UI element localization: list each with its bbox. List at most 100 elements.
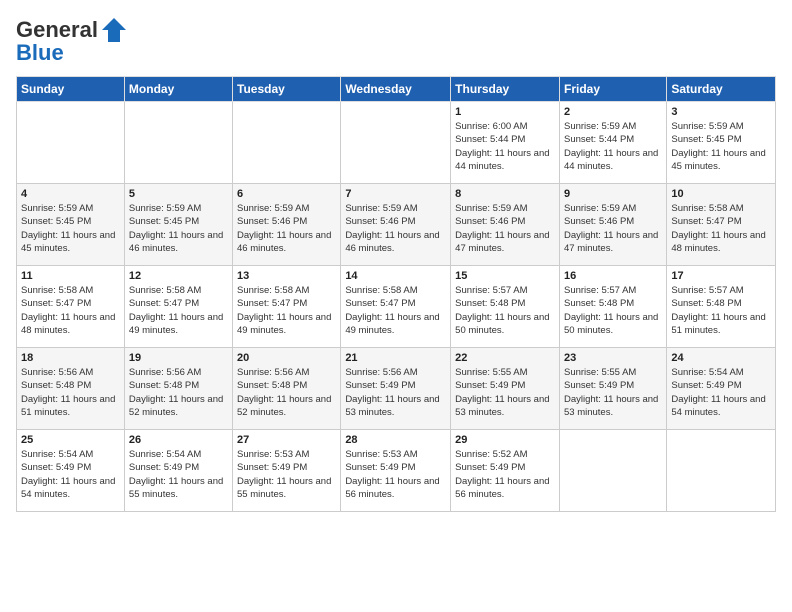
day-number: 16 [564, 270, 662, 282]
day-info: Sunrise: 5:55 AMSunset: 5:49 PMDaylight:… [564, 366, 662, 419]
day-info: Sunrise: 5:56 AMSunset: 5:48 PMDaylight:… [129, 366, 228, 419]
day-info: Sunrise: 5:58 AMSunset: 5:47 PMDaylight:… [129, 284, 228, 337]
calendar-week-4: 18Sunrise: 5:56 AMSunset: 5:48 PMDayligh… [17, 348, 776, 430]
day-info: Sunrise: 5:56 AMSunset: 5:48 PMDaylight:… [237, 366, 336, 419]
calendar-cell [124, 102, 232, 184]
daylight-text: Daylight: 11 hours and 50 minutes. [455, 311, 555, 338]
sunrise-text: Sunrise: 5:59 AM [345, 202, 446, 215]
day-info: Sunrise: 5:55 AMSunset: 5:49 PMDaylight:… [455, 366, 555, 419]
daylight-text: Daylight: 11 hours and 49 minutes. [345, 311, 446, 338]
sunset-text: Sunset: 5:47 PM [21, 297, 120, 310]
calendar-week-1: 1Sunrise: 6:00 AMSunset: 5:44 PMDaylight… [17, 102, 776, 184]
sunset-text: Sunset: 5:48 PM [129, 379, 228, 392]
sunset-text: Sunset: 5:45 PM [21, 215, 120, 228]
daylight-text: Daylight: 11 hours and 48 minutes. [21, 311, 120, 338]
daylight-text: Daylight: 11 hours and 54 minutes. [21, 475, 120, 502]
sunset-text: Sunset: 5:49 PM [455, 379, 555, 392]
day-number: 21 [345, 352, 446, 364]
day-number: 19 [129, 352, 228, 364]
weekday-header-sunday: Sunday [17, 77, 125, 102]
day-number: 24 [671, 352, 771, 364]
sunset-text: Sunset: 5:46 PM [564, 215, 662, 228]
sunrise-text: Sunrise: 5:54 AM [671, 366, 771, 379]
day-number: 6 [237, 188, 336, 200]
day-info: Sunrise: 5:54 AMSunset: 5:49 PMDaylight:… [21, 448, 120, 501]
sunset-text: Sunset: 5:49 PM [345, 461, 446, 474]
day-number: 27 [237, 434, 336, 446]
day-info: Sunrise: 5:59 AMSunset: 5:46 PMDaylight:… [455, 202, 555, 255]
daylight-text: Daylight: 11 hours and 49 minutes. [237, 311, 336, 338]
calendar-cell: 20 Sunrise: 5:56 AMSunset: 5:48 PMDayligh… [233, 348, 341, 430]
sunrise-text: Sunrise: 5:57 AM [564, 284, 662, 297]
day-number: 15 [455, 270, 555, 282]
sunset-text: Sunset: 5:49 PM [21, 461, 120, 474]
sunset-text: Sunset: 5:48 PM [455, 297, 555, 310]
calendar-cell: 19 Sunrise: 5:56 AMSunset: 5:48 PMDayligh… [124, 348, 232, 430]
calendar-cell: 21Sunrise: 5:56 AMSunset: 5:49 PMDayligh… [341, 348, 451, 430]
calendar-cell [233, 102, 341, 184]
sunrise-text: Sunrise: 5:54 AM [21, 448, 120, 461]
day-number: 2 [564, 106, 662, 118]
daylight-text: Daylight: 11 hours and 45 minutes. [671, 147, 771, 174]
sunrise-text: Sunrise: 5:55 AM [455, 366, 555, 379]
day-info: Sunrise: 6:00 AMSunset: 5:44 PMDaylight:… [455, 120, 555, 173]
calendar-cell: 26Sunrise: 5:54 AMSunset: 5:49 PMDayligh… [124, 430, 232, 512]
day-number: 25 [21, 434, 120, 446]
day-number: 14 [345, 270, 446, 282]
day-info: Sunrise: 5:59 AMSunset: 5:45 PMDaylight:… [671, 120, 771, 173]
logo-icon [100, 16, 128, 44]
sunrise-text: Sunrise: 5:59 AM [671, 120, 771, 133]
weekday-header-monday: Monday [124, 77, 232, 102]
weekday-header-row: SundayMondayTuesdayWednesdayThursdayFrid… [17, 77, 776, 102]
day-number: 28 [345, 434, 446, 446]
sunset-text: Sunset: 5:47 PM [671, 215, 771, 228]
daylight-text: Daylight: 11 hours and 47 minutes. [564, 229, 662, 256]
calendar-cell: 22Sunrise: 5:55 AMSunset: 5:49 PMDayligh… [451, 348, 560, 430]
daylight-text: Daylight: 11 hours and 44 minutes. [455, 147, 555, 174]
calendar-cell: 9Sunrise: 5:59 AMSunset: 5:46 PMDaylight… [559, 184, 666, 266]
calendar-cell: 28Sunrise: 5:53 AMSunset: 5:49 PMDayligh… [341, 430, 451, 512]
day-number: 12 [129, 270, 228, 282]
sunrise-text: Sunrise: 5:57 AM [455, 284, 555, 297]
daylight-text: Daylight: 11 hours and 48 minutes. [671, 229, 771, 256]
weekday-header-wednesday: Wednesday [341, 77, 451, 102]
day-info: Sunrise: 5:58 AMSunset: 5:47 PMDaylight:… [671, 202, 771, 255]
sunset-text: Sunset: 5:49 PM [455, 461, 555, 474]
daylight-text: Daylight: 11 hours and 53 minutes. [455, 393, 555, 420]
weekday-header-thursday: Thursday [451, 77, 560, 102]
sunset-text: Sunset: 5:49 PM [129, 461, 228, 474]
weekday-header-tuesday: Tuesday [233, 77, 341, 102]
calendar-cell: 12 Sunrise: 5:58 AMSunset: 5:47 PMDayligh… [124, 266, 232, 348]
sunrise-text: Sunrise: 5:56 AM [345, 366, 446, 379]
daylight-text: Daylight: 11 hours and 55 minutes. [129, 475, 228, 502]
day-number: 8 [455, 188, 555, 200]
calendar-cell: 3 Sunrise: 5:59 AMSunset: 5:45 PMDaylight… [667, 102, 776, 184]
day-number: 10 [671, 188, 771, 200]
page-header: General Blue [16, 16, 776, 66]
day-number: 13 [237, 270, 336, 282]
calendar-cell: 24Sunrise: 5:54 AMSunset: 5:49 PMDayligh… [667, 348, 776, 430]
day-number: 20 [237, 352, 336, 364]
sunset-text: Sunset: 5:45 PM [129, 215, 228, 228]
daylight-text: Daylight: 11 hours and 54 minutes. [671, 393, 771, 420]
sunrise-text: Sunrise: 5:54 AM [129, 448, 228, 461]
daylight-text: Daylight: 11 hours and 52 minutes. [129, 393, 228, 420]
daylight-text: Daylight: 11 hours and 50 minutes. [564, 311, 662, 338]
day-info: Sunrise: 5:59 AMSunset: 5:45 PMDaylight:… [129, 202, 228, 255]
day-number: 3 [671, 106, 771, 118]
calendar-cell: 7Sunrise: 5:59 AMSunset: 5:46 PMDaylight… [341, 184, 451, 266]
daylight-text: Daylight: 11 hours and 55 minutes. [237, 475, 336, 502]
calendar-cell: 16 Sunrise: 5:57 AMSunset: 5:48 PMDayligh… [559, 266, 666, 348]
calendar-cell: 11Sunrise: 5:58 AMSunset: 5:47 PMDayligh… [17, 266, 125, 348]
sunrise-text: Sunrise: 5:58 AM [21, 284, 120, 297]
daylight-text: Daylight: 11 hours and 51 minutes. [21, 393, 120, 420]
sunset-text: Sunset: 5:49 PM [564, 379, 662, 392]
day-info: Sunrise: 5:58 AMSunset: 5:47 PMDaylight:… [237, 284, 336, 337]
sunrise-text: Sunrise: 5:59 AM [564, 202, 662, 215]
calendar-cell: 17Sunrise: 5:57 AMSunset: 5:48 PMDayligh… [667, 266, 776, 348]
day-info: Sunrise: 5:59 AMSunset: 5:44 PMDaylight:… [564, 120, 662, 173]
sunset-text: Sunset: 5:48 PM [564, 297, 662, 310]
sunset-text: Sunset: 5:45 PM [671, 133, 771, 146]
day-number: 18 [21, 352, 120, 364]
daylight-text: Daylight: 11 hours and 49 minutes. [129, 311, 228, 338]
